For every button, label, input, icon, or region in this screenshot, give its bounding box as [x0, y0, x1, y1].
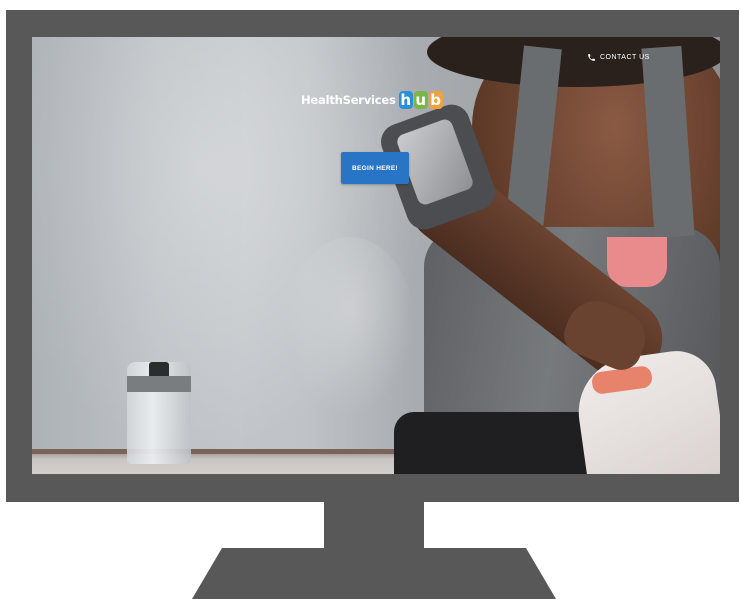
phone-icon	[588, 54, 595, 61]
background-stool	[285, 237, 415, 417]
contact-us-link[interactable]: CONTACT US	[587, 53, 650, 62]
monitor-stand-neck	[324, 502, 424, 548]
begin-here-button[interactable]: BEGIN HERE!	[341, 152, 409, 184]
logo-hub-letter-h: h	[398, 91, 413, 109]
contact-us-label: CONTACT US	[600, 54, 650, 61]
logo-text: HealthServices	[301, 93, 396, 107]
bottle-cap	[149, 362, 169, 376]
sports-bra	[607, 237, 667, 287]
logo-hub: h u b	[398, 91, 443, 109]
site-logo[interactable]: HealthServices h u b	[301, 91, 443, 109]
floor-stripe	[32, 449, 452, 454]
monitor-stand-base	[192, 548, 556, 599]
water-bottle	[127, 362, 191, 464]
bottle-label	[127, 376, 191, 392]
logo-hub-letter-u: u	[413, 91, 428, 109]
website-screen: CONTACT US HealthServices h u b BEGIN HE…	[32, 37, 720, 474]
logo-hub-letter-b: b	[428, 91, 443, 109]
